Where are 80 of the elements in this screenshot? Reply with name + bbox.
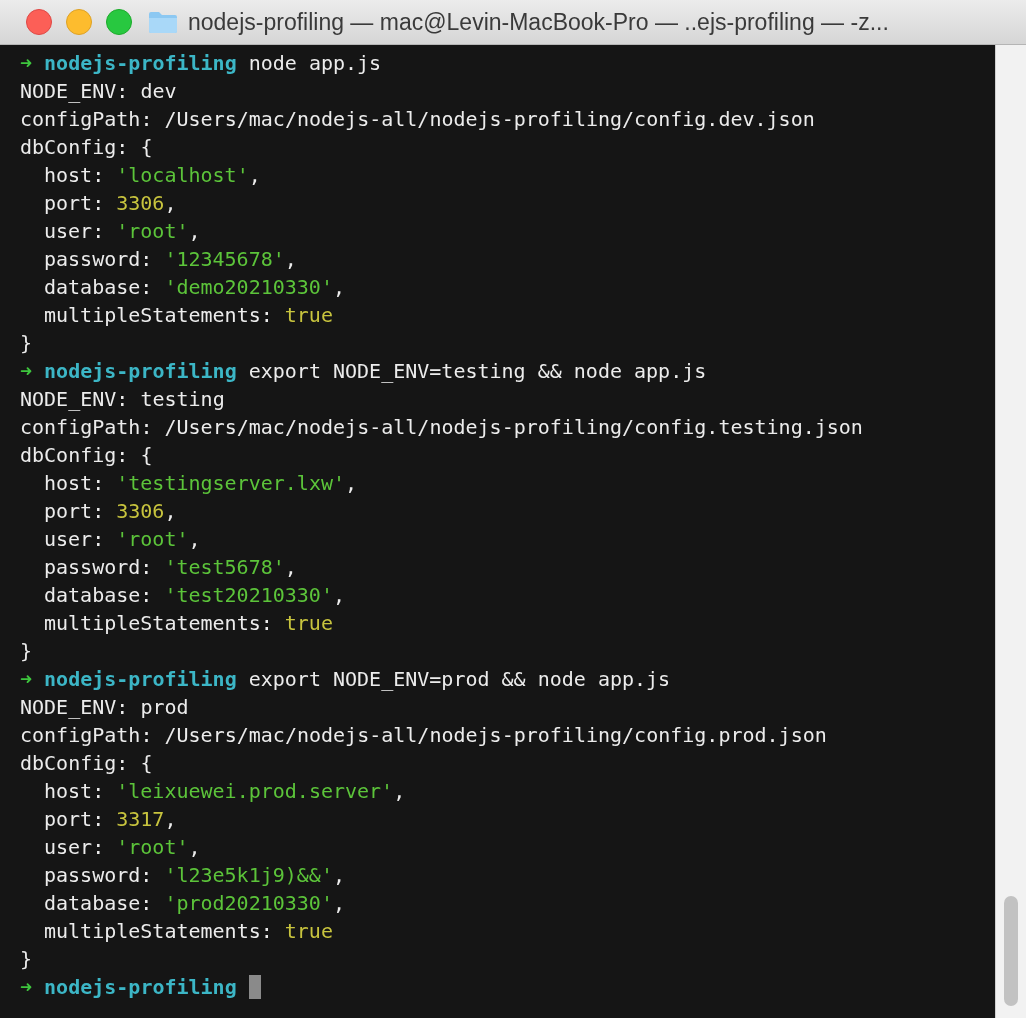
property-key: password:: [44, 245, 153, 273]
comma: ,: [164, 498, 177, 525]
property-key: multipleStatements:: [44, 609, 273, 637]
string-value: 'root': [116, 218, 189, 245]
string-value: 'demo20210330': [164, 274, 333, 301]
output-text: dbConfig: {: [20, 750, 153, 777]
output-text: }: [20, 946, 33, 973]
string-value: 'prod20210330': [164, 890, 333, 917]
prompt-arrow: ➜: [20, 50, 33, 77]
output-text: }: [20, 330, 33, 357]
comma: ,: [248, 162, 261, 189]
directory-name: nodejs-profiling: [44, 666, 237, 693]
output-text: configPath: /Users/mac/nodejs-all/nodejs-profiling/config.dev.json: [20, 106, 815, 133]
comma: ,: [332, 862, 345, 889]
string-value: 'l23e5k1j9)&&': [164, 862, 333, 889]
string-value: 'root': [116, 526, 189, 553]
comma: ,: [188, 526, 201, 553]
comma: ,: [284, 246, 297, 273]
prompt-arrow: ➜: [20, 358, 33, 385]
command-text: export NODE_ENV=prod && node app.js: [248, 666, 671, 693]
scroll-bar[interactable]: [995, 45, 1026, 1018]
output-text: configPath: /Users/mac/nodejs-all/nodejs-profiling/config.testing.json: [20, 414, 863, 441]
property-key: host:: [44, 469, 105, 497]
comma: ,: [284, 554, 297, 581]
property-key: port:: [44, 497, 105, 525]
property-key: host:: [44, 777, 105, 805]
property-key: database:: [44, 889, 153, 917]
property-key: port:: [44, 805, 105, 833]
property-key: user:: [44, 525, 105, 553]
property-key: password:: [44, 553, 153, 581]
property-key: multipleStatements:: [44, 301, 273, 329]
close-button[interactable]: [26, 9, 52, 35]
output-text: NODE_ENV: prod: [20, 694, 189, 721]
prompt-arrow: ➜: [20, 666, 33, 693]
string-value: 'localhost': [116, 162, 249, 189]
property-key: port:: [44, 189, 105, 217]
prompt-arrow: ➜: [20, 974, 33, 1001]
number-value: 3317: [116, 806, 165, 833]
property-key: user:: [44, 217, 105, 245]
string-value: 'test5678': [164, 554, 285, 581]
zoom-button[interactable]: [106, 9, 132, 35]
string-value: 'leixuewei.prod.server': [116, 778, 394, 805]
comma: ,: [188, 834, 201, 861]
comma: ,: [332, 274, 345, 301]
command-text: export NODE_ENV=testing && node app.js: [248, 358, 707, 385]
property-key: user:: [44, 833, 105, 861]
boolean-value: true: [284, 302, 333, 329]
property-key: password:: [44, 861, 153, 889]
property-key: multipleStatements:: [44, 917, 273, 945]
directory-name: nodejs-profiling: [44, 358, 237, 385]
comma: ,: [332, 582, 345, 609]
property-key: database:: [44, 581, 153, 609]
directory-name: nodejs-profiling: [44, 974, 237, 1001]
comma: ,: [332, 890, 345, 917]
string-value: '12345678': [164, 246, 285, 273]
window-title: nodejs-profiling — mac@Levin-MacBook-Pro — ..ejs-profiling — -z...: [188, 8, 889, 36]
output-text: dbConfig: {: [20, 442, 153, 469]
comma: ,: [164, 806, 177, 833]
property-key: database:: [44, 273, 153, 301]
folder-icon: [148, 10, 178, 34]
number-value: 3306: [116, 498, 165, 525]
comma: ,: [393, 778, 406, 805]
directory-name: nodejs-profiling: [44, 50, 237, 77]
string-value: 'test20210330': [164, 582, 333, 609]
comma: ,: [188, 218, 201, 245]
output-text: NODE_ENV: dev: [20, 78, 177, 105]
string-value: 'root': [116, 834, 189, 861]
output-text: }: [20, 638, 33, 665]
property-key: host:: [44, 161, 105, 189]
string-value: 'testingserver.lxw': [116, 470, 345, 497]
command-text: node app.js: [248, 50, 382, 77]
boolean-value: true: [284, 918, 333, 945]
comma: ,: [164, 190, 177, 217]
output-text: NODE_ENV: testing: [20, 386, 225, 413]
output-text: configPath: /Users/mac/nodejs-all/nodejs-profiling/config.prod.json: [20, 722, 827, 749]
comma: ,: [345, 470, 358, 497]
minimize-button[interactable]: [66, 9, 92, 35]
output-text: dbConfig: {: [20, 134, 153, 161]
boolean-value: true: [284, 610, 333, 637]
number-value: 3306: [116, 190, 165, 217]
